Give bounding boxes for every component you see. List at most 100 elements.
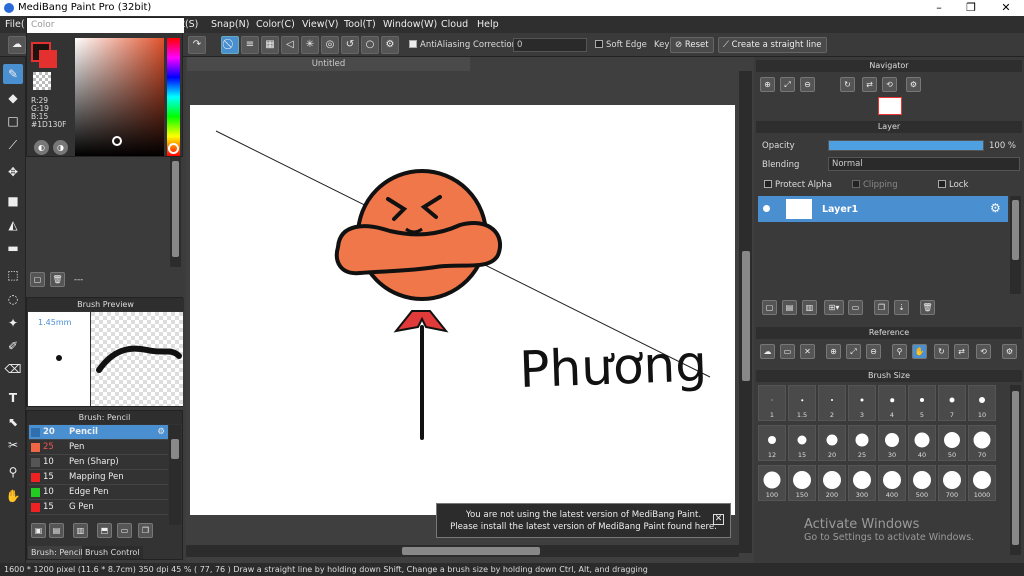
brush-list-item[interactable]: 20 Pencil ⚙ xyxy=(29,425,168,440)
hand-tool-icon[interactable]: ✋ xyxy=(3,486,23,506)
new-item-icon[interactable]: ▢ xyxy=(30,272,45,287)
concentric-ruler-icon[interactable]: ◎ xyxy=(321,36,339,54)
tab-brush-control[interactable]: Brush Control xyxy=(82,546,143,559)
new-layer-icon[interactable]: ▢ xyxy=(762,300,777,315)
layer-visibility-icon[interactable] xyxy=(763,205,770,212)
select-eraser-tool-icon[interactable]: ⌫ xyxy=(3,359,23,379)
cloud-icon[interactable]: ☁ xyxy=(8,36,26,54)
brush-size-option[interactable]: 3 xyxy=(848,385,876,421)
dot-tool-icon[interactable]: □ xyxy=(3,111,23,131)
menu-file[interactable]: File( xyxy=(5,19,25,30)
move-tool-icon[interactable]: ✥ xyxy=(3,162,23,182)
document-tab[interactable]: Untitled xyxy=(187,57,470,71)
notification-close-icon[interactable]: ✕ xyxy=(713,514,724,525)
left-panel-scrollbar[interactable] xyxy=(170,157,181,267)
layer-folder-icon[interactable]: ▭ xyxy=(848,300,863,315)
blur-tool-icon[interactable]: ⟋ xyxy=(3,135,23,155)
brush-size-option[interactable]: 30 xyxy=(878,425,906,461)
opacity-slider[interactable] xyxy=(828,140,984,151)
menu-color[interactable]: Color(C) xyxy=(256,19,295,30)
brush-size-option[interactable]: 500 xyxy=(908,465,936,501)
ellipse-ruler-icon[interactable]: ○ xyxy=(361,36,379,54)
menu-help[interactable]: Help xyxy=(477,19,499,30)
nav-reset-icon[interactable]: ⟲ xyxy=(882,77,897,92)
ref-hand-icon[interactable]: ✋ xyxy=(912,344,927,359)
perspective-ruler-icon[interactable]: ◁ xyxy=(281,36,299,54)
ref-close-icon[interactable]: ✕ xyxy=(800,344,815,359)
blending-select[interactable]: Normal xyxy=(828,157,1020,171)
update-notification[interactable]: You are not using the latest version of … xyxy=(436,503,731,538)
brush-size-option[interactable]: 2 xyxy=(818,385,846,421)
ref-settings-icon[interactable]: ⚙ xyxy=(1002,344,1017,359)
trash-icon[interactable]: 🗑 xyxy=(50,272,65,287)
layer-add-menu-icon[interactable]: ⊞▾ xyxy=(824,300,844,315)
nav-zoom-out-icon[interactable]: ⊖ xyxy=(800,77,815,92)
parallel-ruler-icon[interactable]: ≡ xyxy=(241,36,259,54)
layer-delete-trash-icon[interactable]: 🗑 xyxy=(920,300,935,315)
brush-size-option[interactable]: 5 xyxy=(908,385,936,421)
layer-list-scrollbar[interactable] xyxy=(1010,196,1021,294)
navigator-thumbnail[interactable] xyxy=(878,97,902,115)
fill-rect-tool-icon[interactable]: ■ xyxy=(3,191,23,211)
canvas-horizontal-scrollbar[interactable] xyxy=(186,545,739,557)
gear-icon[interactable]: ⚙ xyxy=(381,36,399,54)
nav-rotate-icon[interactable]: ↻ xyxy=(840,77,855,92)
redo-icon[interactable]: ↷ xyxy=(188,36,206,54)
brush-size-option[interactable]: 40 xyxy=(908,425,936,461)
ref-zoom-out-icon[interactable]: ⊖ xyxy=(866,344,881,359)
brush-size-option[interactable]: 20 xyxy=(818,425,846,461)
menu-snap[interactable]: Snap(N) xyxy=(211,19,249,30)
background-color-swatch[interactable] xyxy=(39,50,57,68)
brush-size-option[interactable]: 12 xyxy=(758,425,786,461)
divide-tool-icon[interactable]: ✂ xyxy=(3,435,23,455)
brush-size-option[interactable]: 300 xyxy=(848,465,876,501)
correction-select[interactable]: 0 xyxy=(513,38,587,52)
layer-merge-icon[interactable]: ⇣ xyxy=(894,300,909,315)
brush-list-item[interactable]: 15 Mapping Pen xyxy=(29,470,168,485)
brush-list-item[interactable]: 10 Pen (Sharp) xyxy=(29,455,168,470)
close-button[interactable]: ✕ xyxy=(991,0,1021,16)
brush-list-item[interactable]: 10 Edge Pen xyxy=(29,485,168,500)
curve-ruler-icon[interactable]: ↺ xyxy=(341,36,359,54)
menu-view[interactable]: View(V) xyxy=(302,19,338,30)
ref-zoom-in-icon[interactable]: ⊕ xyxy=(826,344,841,359)
create-straight-line-button[interactable]: ⟋ Create a straight line xyxy=(718,37,827,53)
brush-save-icon[interactable]: ⬒ xyxy=(97,523,112,538)
grid-ruler-icon[interactable]: ▦ xyxy=(261,36,279,54)
menu-window[interactable]: Window(W) xyxy=(383,19,437,30)
new-8bit-layer-icon[interactable]: ▥ xyxy=(802,300,817,315)
hue-slider[interactable] xyxy=(167,38,180,156)
lock-toggle[interactable]: Lock xyxy=(938,180,968,190)
ref-cloud-icon[interactable]: ☁ xyxy=(760,344,775,359)
layer-duplicate-icon[interactable]: ❐ xyxy=(874,300,889,315)
brush-settings-gear-icon[interactable]: ⚙ xyxy=(157,425,165,439)
brush-tool-icon[interactable]: ✎ xyxy=(3,64,23,84)
layer-row[interactable]: Layer1 ⚙ xyxy=(758,196,1008,222)
add-brush-icon[interactable]: ▣ xyxy=(31,523,46,538)
ref-reset-icon[interactable]: ⟲ xyxy=(976,344,991,359)
brush-size-option[interactable]: 150 xyxy=(788,465,816,501)
ref-fit-icon[interactable]: ⤢ xyxy=(846,344,861,359)
brush-size-option[interactable]: 7 xyxy=(938,385,966,421)
maximize-button[interactable]: ❐ xyxy=(956,0,986,16)
ref-flip-icon[interactable]: ⇄ xyxy=(954,344,969,359)
brush-size-option[interactable]: 400 xyxy=(878,465,906,501)
hue-slider-knob[interactable] xyxy=(168,143,179,154)
select-pen-tool-icon[interactable]: ✐ xyxy=(3,336,23,356)
magic-wand-tool-icon[interactable]: ✦ xyxy=(3,313,23,333)
brush-size-option[interactable]: 25 xyxy=(848,425,876,461)
transparent-swatch[interactable] xyxy=(33,72,51,90)
canvas-vertical-scrollbar[interactable] xyxy=(739,71,752,553)
brush-size-option[interactable]: 1.5 xyxy=(788,385,816,421)
operation-tool-icon[interactable]: ⬉ xyxy=(3,412,23,432)
ref-open-icon[interactable]: ▭ xyxy=(780,344,795,359)
brush-copy-icon[interactable]: ❐ xyxy=(138,523,153,538)
brush-size-option[interactable]: 50 xyxy=(938,425,966,461)
brush-size-option[interactable]: 1 xyxy=(758,385,786,421)
brush-size-option[interactable]: 10 xyxy=(968,385,996,421)
gradient-tool-icon[interactable]: ▬ xyxy=(3,238,23,258)
menu-cloud[interactable]: Cloud xyxy=(441,19,468,30)
reset-button[interactable]: ⊘ Reset xyxy=(670,37,714,53)
drawing-canvas[interactable]: Phương xyxy=(190,105,735,515)
brush-size-option[interactable]: 15 xyxy=(788,425,816,461)
